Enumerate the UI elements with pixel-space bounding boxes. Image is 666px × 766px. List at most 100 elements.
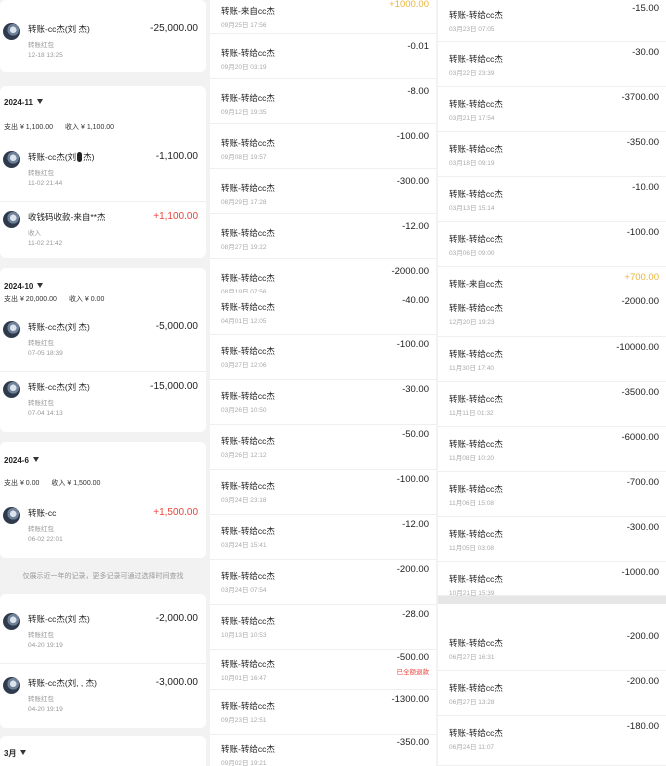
transfer-date: 11月08日 10:20 [449,455,495,462]
transfer-date: 08月27日 19:22 [221,244,267,251]
transfer-title: 转账-转给cc杰 [449,234,503,244]
transfer-row[interactable]: 转账-转给cc杰 11月08日 10:20 -6000.00 [438,427,666,472]
transfer-title: 转账-转给cc杰 [221,744,275,754]
transfer-row[interactable]: 转账-转给cc杰 03月23日 07:05 -15.00 [438,0,666,42]
item-time: 11-02 21:42 [28,240,63,247]
transfer-title: 转账-转给cc杰 [449,439,503,449]
transfer-amount: -100.00 [396,131,429,142]
avatar [3,613,20,630]
month-heading[interactable]: 3月 [4,748,27,759]
transfer-amount: -10.00 [632,182,659,193]
transfer-date: 11月05日 03:08 [449,545,495,552]
transfer-row[interactable]: 转账-转给cc杰 06月27日 16:31 -200.00 [438,626,666,671]
item-title: 转账-cc杰(刘 杰) [28,24,90,34]
transfer-row[interactable]: 转账-转给cc杰 11月06日 15:08 -700.00 [438,472,666,517]
transfer-row[interactable]: 转账-转给cc杰 09月12日 19:35 -8.00 [210,79,436,124]
transfer-date: 03月27日 12:06 [221,362,267,369]
transfer-row[interactable]: 转账-转给cc杰 03月22日 23:39 -30.00 [438,42,666,87]
transfer-row[interactable]: 转账-转给cc杰 03月21日 17:54 -3700.00 [438,87,666,132]
list-item[interactable]: 转账-cc杰(刘 杰) 转账红包 11-02 21:44 -1,100.00 [0,142,206,202]
item-amount: -3,000.00 [155,677,198,688]
month-card-older: 转账-cc杰(刘 杰) 转账红包 04-20 19:19 -2,000.00 转… [0,594,206,728]
transfer-title: 转账-转给cc杰 [449,728,503,738]
transfer-row[interactable]: 转账-转给cc杰 10月01日 16:47 -500.00 已全额退款 [210,650,436,690]
transfer-row[interactable]: 转账-转给cc杰 03月06日 09:00 -100.00 [438,222,666,267]
transfer-date: 03月26日 12:12 [221,452,267,459]
transfer-row[interactable]: 转账-转给cc杰 03月18日 09:19 -350.00 [438,132,666,177]
transfer-title: 转账-转给cc杰 [221,138,275,148]
transfer-title: 转账-转给cc杰 [221,228,275,238]
list-item[interactable]: 转账-cc杰(刘, , 杰) 转账红包 04-20 19:19 -3,000.0… [0,668,206,728]
transfer-amount: -1000.00 [621,567,659,578]
transfer-row[interactable]: 转账-来自cc杰 09月25日 17:56 +1000.00 [210,0,436,34]
transfer-row[interactable]: 转账-转给cc杰 08月27日 19:22 -12.00 [210,214,436,259]
transfer-amount: -2000.00 [391,266,429,277]
month-heading[interactable]: 2024-11 [4,98,43,107]
refund-note: 已全额退款 [396,669,430,676]
list-item[interactable]: 收钱码收款-来自**杰 收入 11-02 21:42 +1,100.00 [0,202,206,258]
transfer-date: 09月25日 17:56 [221,22,267,29]
transfer-row[interactable]: 转账-转给cc杰 09月02日 19:21 -350.00 [210,735,436,766]
list-item[interactable]: 转账-cc杰(刘 杰) 转账红包 07-05 18:39 -5,000.00 [0,312,206,372]
transfer-amount: -12.00 [402,221,429,232]
transfer-row[interactable]: 转账-转给cc杰 09月23日 12:51 -1300.00 [210,690,436,735]
transfer-title: 转账-转给cc杰 [221,481,275,491]
transfer-row[interactable]: 转账-转给cc杰08月19日 07:56-2000.00 [210,259,436,296]
transfer-date: 03月24日 15:41 [221,542,267,549]
transfer-row[interactable]: 转账-转给cc杰 10月13日 10:53 -28.00 [210,605,436,650]
transfer-amount: -180.00 [626,721,659,732]
transfer-row[interactable]: 07月18日 18:48 [438,604,666,634]
list-item[interactable]: 转账-cc 转账红包 06-02 22:01 +1,500.00 [0,498,206,558]
transfer-title: 转账-转给cc杰 [449,638,503,648]
avatar [3,677,20,694]
transfer-row[interactable]: 转账-转给cc杰 10月21日 15:39 -1000.00 [438,562,666,597]
item-amount: -5,000.00 [155,321,198,332]
transfer-date: 06月27日 16:31 [449,654,495,661]
transfer-row[interactable]: 转账-来自cc杰 +700.00 [438,267,666,297]
transfer-date: 04月01日 12:05 [221,318,267,325]
item-category: 转账红包 [28,340,54,347]
transfer-row[interactable]: 转账-转给cc杰 11月05日 03:08 -300.00 [438,517,666,562]
list-item[interactable]: 转账-cc杰(刘 杰) 转账红包 07-04 14:13 -15,000.00 [0,372,206,432]
transfer-row[interactable]: 转账-转给cc杰 03月24日 07:54 -200.00 [210,560,436,605]
redaction-mark [77,152,83,162]
transfer-row[interactable]: 转账-转给cc杰 03月26日 10:50 -30.00 [210,380,436,425]
transfer-row[interactable]: 转账-转给cc杰 09月20日 03:19 -0.01 [210,34,436,79]
transfer-row[interactable]: 转账-转给cc杰 03月26日 12:12 -50.00 [210,425,436,470]
month-label: 2024-10 [4,282,34,291]
transfer-title: 转账-转给cc杰 [221,302,275,312]
transfer-row[interactable]: 转账-转给cc杰 04月01日 12:05 -40.00 [210,293,436,335]
transfer-row[interactable]: 转账-转给cc杰 03月13日 15:14 -10.00 [438,177,666,222]
transfer-amount: -10000.00 [616,342,659,353]
transfer-date: 03月18日 09:19 [449,160,495,167]
transfer-row[interactable]: 转账-转给cc杰 11月11日 01:32 -3500.00 [438,382,666,427]
month-heading[interactable]: 2024-6 [4,456,39,465]
month-card-march: 3月 [0,736,206,766]
transfer-amount: -350.00 [396,737,429,748]
transfer-row[interactable]: 转账-转给cc杰 11月30日 17:40 -10000.00 [438,337,666,382]
transfer-row[interactable]: 转账-转给cc杰 08月29日 17:28 -300.00 [210,169,436,214]
month-heading[interactable]: 2024-10 [4,282,44,291]
transfer-row[interactable]: 转账-转给cc杰 03月27日 12:06 -100.00 [210,335,436,380]
transfer-amount: -200.00 [626,676,659,687]
transfer-date: 03月24日 07:54 [221,587,267,594]
transfer-row[interactable]: 转账-转给cc杰 06月24日 11:07 -180.00 [438,716,666,766]
transfer-date: 08月29日 17:28 [221,199,267,206]
transfer-row[interactable]: 转账-转给cc杰 03月24日 15:41 -12.00 [210,515,436,560]
transfer-title: 转账-转给cc杰 [449,10,503,20]
history-notice: 仅展示近一年的记录，更多记录可通过选择时间查找 [22,573,184,580]
transfer-amount: -1300.00 [391,694,429,705]
item-title: 转账-cc杰(刘 杰) [28,322,90,332]
transfer-row[interactable]: 转账-转给cc杰 06月27日 13:28 -200.00 [438,671,666,716]
month-label: 2024-6 [4,456,29,465]
transfer-row[interactable]: 转账-转给cc杰 12月20日 19:23 -2000.00 [438,296,666,337]
transfer-date: 11月11日 01:32 [449,410,494,417]
list-item[interactable]: 转账-cc杰(刘 杰) 转账红包 12-18 13:25 -25,000.00 [0,14,206,72]
transfer-row[interactable]: 转账-转给cc杰 09月08日 19:57 -100.00 [210,124,436,169]
list-item[interactable]: 转账-cc杰(刘 杰) 转账红包 04-20 19:19 -2,000.00 [0,604,206,664]
month-label: 3月 [4,749,17,758]
month-spend: 支出 ¥ 20,000.00 [4,296,57,303]
transfer-row[interactable]: 转账-转给cc杰 03月24日 23:18 -100.00 [210,470,436,515]
transfer-amount: -300.00 [626,522,659,533]
item-amount: -1,100.00 [155,151,198,162]
